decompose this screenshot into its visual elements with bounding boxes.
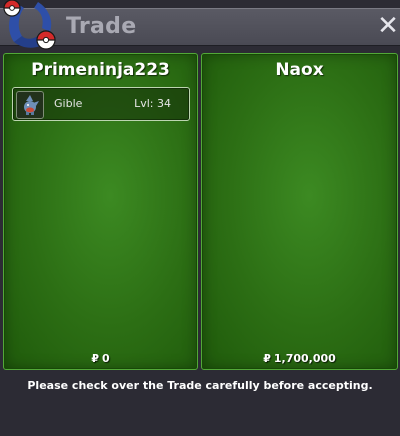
money-amount-self: 0 bbox=[102, 352, 110, 365]
player-name-self: Primeninja223 bbox=[31, 60, 170, 80]
pokemon-slot[interactable]: Gible Lvl: 34 bbox=[12, 87, 190, 121]
close-icon[interactable]: ✕ bbox=[377, 13, 399, 39]
currency-icon: ₽ bbox=[91, 352, 99, 365]
pokeball-logo-icon bbox=[3, 0, 56, 50]
money-offer-partner: ₽1,700,000 bbox=[202, 352, 397, 365]
trade-panel-self: Primeninja223 Gible Lvl: 34 ₽0 bbox=[3, 53, 198, 370]
pokemon-level: Lvl: 34 bbox=[134, 97, 171, 110]
trade-panel-partner: Naox ₽1,700,000 bbox=[201, 53, 398, 370]
currency-icon: ₽ bbox=[263, 352, 271, 365]
window-title: Trade bbox=[66, 14, 137, 39]
pokemon-name: Gible bbox=[54, 97, 83, 110]
money-offer-self: ₽0 bbox=[4, 352, 197, 365]
player-name-partner: Naox bbox=[275, 60, 324, 80]
trade-window: Trade ✕ Primeninja223 Gible Lvl: 34 ₽ 0 … bbox=[0, 0, 400, 436]
gible-icon bbox=[16, 91, 44, 119]
trade-warning-message: Please check over the Trade carefully be… bbox=[27, 379, 373, 392]
money-amount-partner: 1,700,000 bbox=[273, 352, 336, 365]
